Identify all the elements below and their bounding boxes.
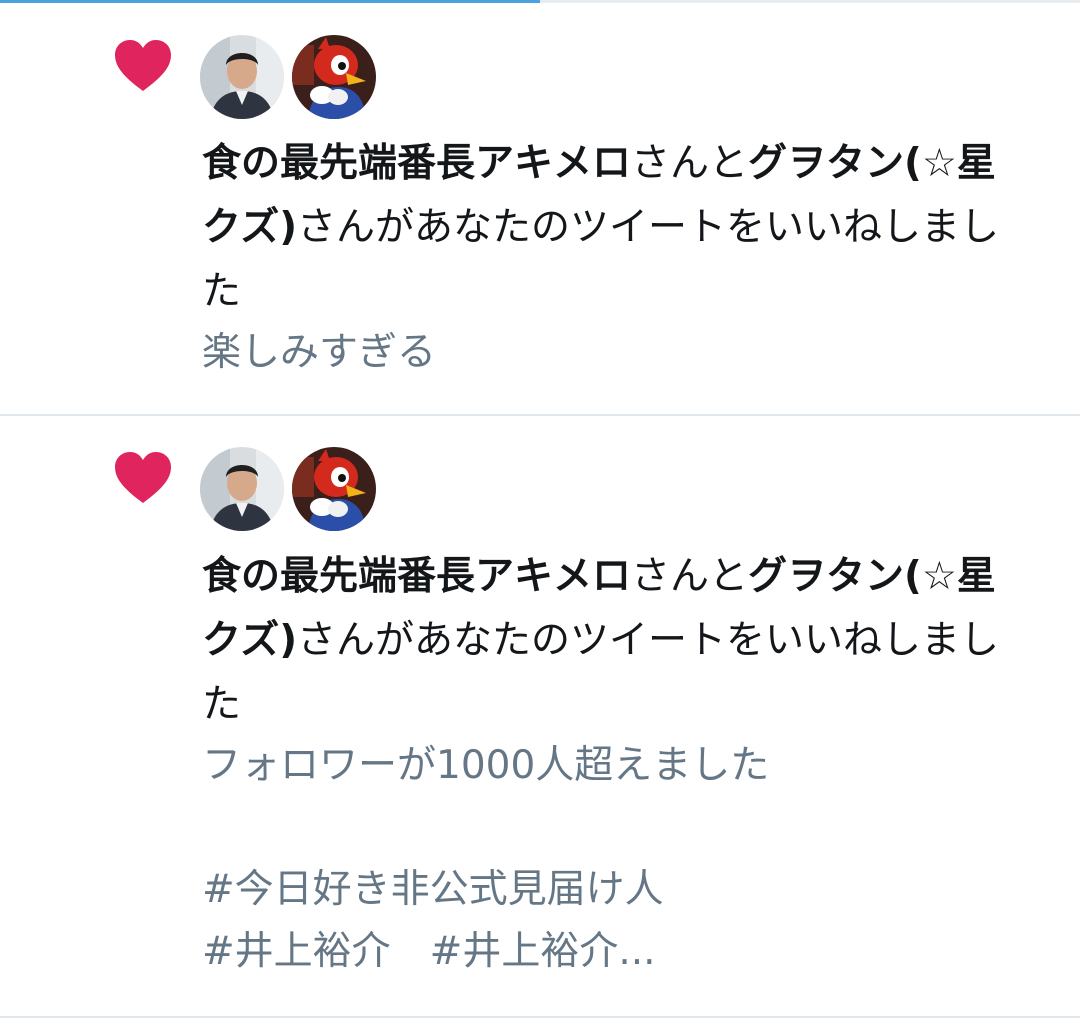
notification-item[interactable]: 食の最先端番長アキメロさんとグヲタン(☆星クズ)さんがあなたのツイートをいいねし…	[0, 416, 1080, 1016]
user-name-link[interactable]: 食の最先端番長アキメロ	[202, 141, 631, 186]
hashtag-line[interactable]: #今日好き非公式見届け人	[202, 859, 1022, 921]
user-name-link[interactable]: 食の最先端番長アキメロ	[202, 554, 631, 599]
tweet-text-line: フォロワーが1000人超えました	[202, 743, 770, 788]
tweet-text-line: 楽しみすぎる	[202, 330, 437, 375]
heart-icon	[115, 452, 171, 503]
bird-mascot-avatar[interactable]	[292, 35, 376, 119]
hashtag-line[interactable]: #井上裕介 #井上裕介...	[202, 921, 1022, 983]
joiner-text: さんと	[631, 554, 749, 599]
notification-headline: 食の最先端番長アキメロさんとグヲタン(☆星クズ)さんがあなたのツイートをいいねし…	[202, 545, 1022, 737]
divider	[0, 1016, 1080, 1018]
heart-icon	[115, 40, 171, 91]
bird-mascot-avatar[interactable]	[292, 447, 376, 531]
person-avatar[interactable]	[200, 447, 284, 531]
joiner-text: さんと	[631, 141, 749, 186]
action-text: さんがあなたのツイートをいいねしました	[202, 618, 1000, 727]
person-avatar[interactable]	[200, 35, 284, 119]
notification-item[interactable]: 食の最先端番長アキメロさんとグヲタン(☆星クズ)さんがあなたのツイートをいいねし…	[0, 3, 1080, 415]
avatar-group	[200, 35, 376, 119]
notification-headline: 食の最先端番長アキメロさんとグヲタン(☆星クズ)さんがあなたのツイートをいいねし…	[202, 132, 1022, 324]
avatar-group	[200, 447, 376, 531]
tweet-blank-line	[202, 797, 1022, 859]
notification-content: 食の最先端番長アキメロさんとグヲタン(☆星クズ)さんがあなたのツイートをいいねし…	[202, 545, 1022, 983]
action-text: さんがあなたのツイートをいいねしました	[202, 205, 1000, 314]
notification-content: 食の最先端番長アキメロさんとグヲタン(☆星クズ)さんがあなたのツイートをいいねし…	[202, 132, 1022, 384]
